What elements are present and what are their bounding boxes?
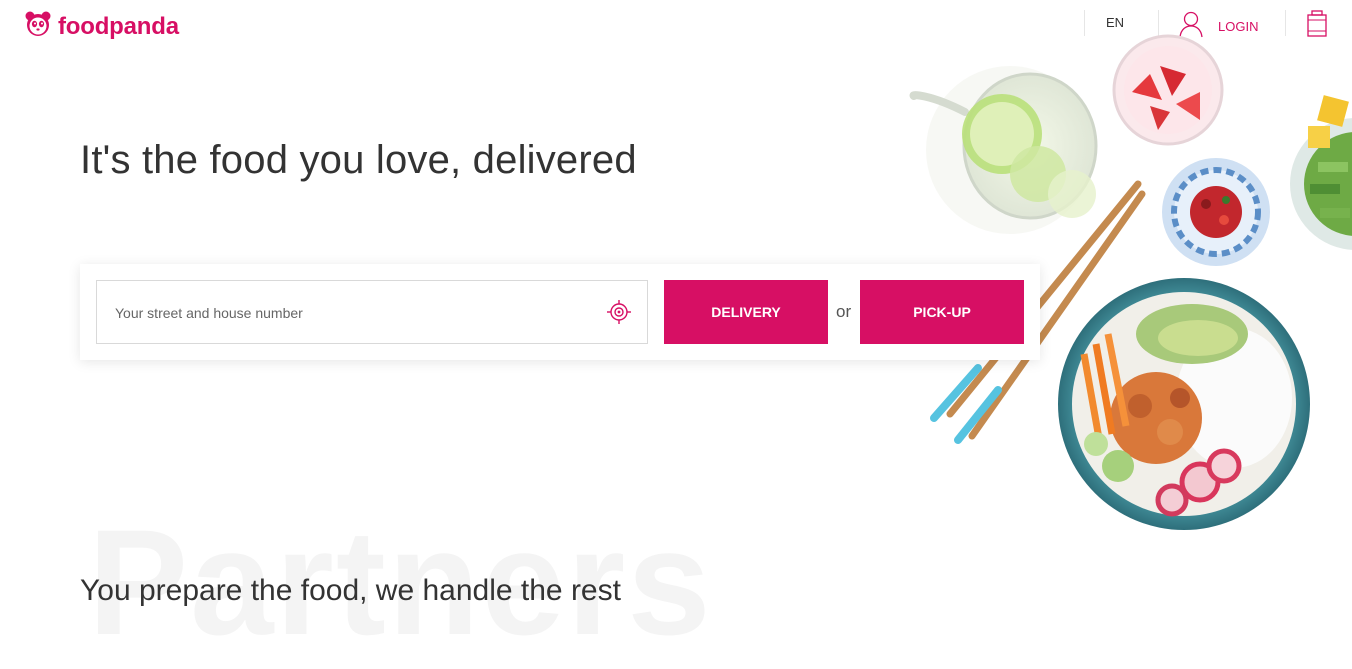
panda-logo-icon [24,10,52,43]
partners-subtitle: You prepare the food, we handle the rest [80,574,621,607]
address-search-card: DELIVERY or PICK-UP [80,264,1040,360]
locate-icon[interactable] [607,300,631,329]
address-input[interactable] [113,281,597,345]
header-divider [1084,10,1085,36]
brand-logo[interactable]: foodpanda [24,10,179,43]
hero-title: It's the food you love, delivered [80,138,637,182]
address-field-wrapper [96,280,648,345]
header-divider [1158,10,1159,36]
brand-name: foodpanda [58,12,179,40]
header-divider [1285,10,1286,36]
delivery-button[interactable]: DELIVERY [664,280,828,344]
login-label: LOGIN [1218,19,1259,34]
language-selector[interactable]: EN [1106,15,1124,30]
pickup-button[interactable]: PICK-UP [860,280,1024,344]
or-separator: or [836,302,852,321]
